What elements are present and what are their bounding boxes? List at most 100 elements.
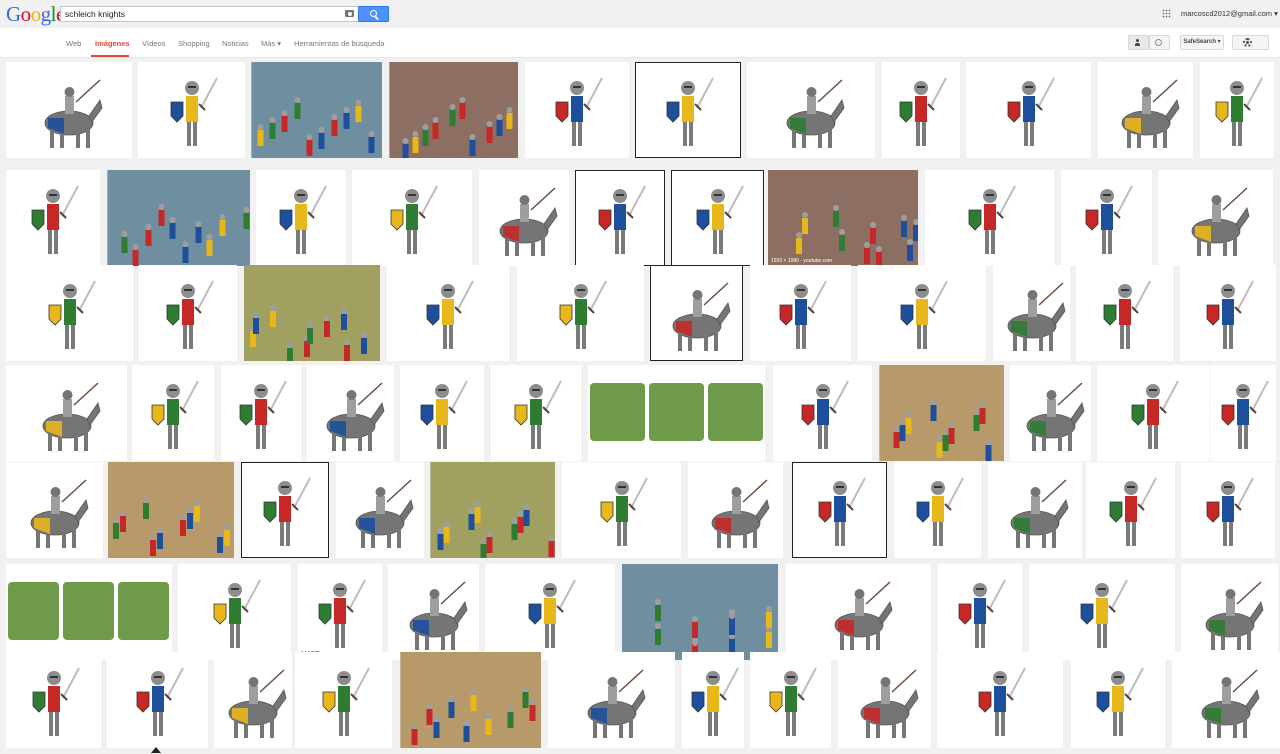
- search-tools-button[interactable]: Herramientas de búsqueda: [294, 39, 384, 48]
- tab-more[interactable]: Más ▾: [261, 39, 281, 48]
- image-result-thumbnail[interactable]: [879, 365, 1004, 461]
- image-result-thumbnail[interactable]: [336, 462, 424, 558]
- image-result-thumbnail[interactable]: [635, 62, 741, 158]
- image-result-thumbnail[interactable]: [650, 265, 743, 361]
- image-result-thumbnail[interactable]: [786, 564, 931, 660]
- image-result-thumbnail[interactable]: [1010, 365, 1091, 461]
- logo-letter: o: [20, 2, 32, 26]
- results-row: MJSToy.com: [0, 564, 1280, 660]
- search-input[interactable]: schleich knights: [60, 6, 358, 22]
- image-result-thumbnail[interactable]: [1097, 365, 1209, 461]
- image-result-thumbnail[interactable]: [6, 564, 172, 660]
- image-result-thumbnail[interactable]: [966, 62, 1091, 158]
- search-button[interactable]: [358, 6, 389, 22]
- image-result-thumbnail[interactable]: [139, 265, 237, 361]
- tab-videos[interactable]: Vídeos: [142, 39, 165, 48]
- image-result-thumbnail[interactable]: [244, 265, 380, 361]
- image-result-thumbnail[interactable]: [132, 365, 214, 461]
- image-result-thumbnail[interactable]: [747, 62, 875, 158]
- image-result-thumbnail[interactable]: [295, 652, 392, 748]
- image-result-thumbnail[interactable]: [858, 265, 986, 361]
- image-result-thumbnail[interactable]: [307, 365, 394, 461]
- image-result-thumbnail[interactable]: [388, 564, 479, 660]
- image-result-thumbnail[interactable]: [925, 170, 1054, 266]
- settings-button[interactable]: [1232, 35, 1269, 50]
- image-result-thumbnail[interactable]: [937, 652, 1063, 748]
- image-result-thumbnail[interactable]: [400, 365, 484, 461]
- image-result-thumbnail[interactable]: [6, 365, 127, 461]
- image-result-thumbnail[interactable]: [389, 62, 518, 158]
- image-result-thumbnail[interactable]: [241, 462, 329, 558]
- image-result-thumbnail[interactable]: MJSToy.com: [298, 564, 382, 660]
- image-result-thumbnail[interactable]: [1071, 652, 1165, 748]
- image-result-thumbnail[interactable]: [1158, 170, 1273, 266]
- image-result-thumbnail[interactable]: [107, 652, 208, 748]
- image-result-thumbnail[interactable]: [251, 62, 382, 158]
- image-result-thumbnail[interactable]: [1029, 564, 1175, 660]
- image-result-thumbnail[interactable]: [6, 62, 132, 158]
- apps-grid-icon[interactable]: [1162, 9, 1171, 18]
- google-logo[interactable]: Google: [6, 2, 65, 27]
- safesearch-button[interactable]: SafeSearch ▾: [1180, 35, 1224, 50]
- image-result-thumbnail[interactable]: [548, 652, 675, 748]
- image-result-thumbnail[interactable]: [352, 170, 472, 266]
- image-result-thumbnail[interactable]: [430, 462, 555, 558]
- image-result-thumbnail[interactable]: [6, 265, 133, 361]
- image-result-thumbnail[interactable]: [387, 265, 509, 361]
- image-result-thumbnail[interactable]: [221, 365, 301, 461]
- camera-icon[interactable]: [345, 10, 354, 17]
- hide-personal-results-button[interactable]: [1149, 35, 1170, 50]
- image-result-thumbnail[interactable]: [6, 462, 103, 558]
- search-query: schleich knights: [65, 9, 126, 19]
- tab-web[interactable]: Web: [66, 39, 81, 48]
- image-result-thumbnail[interactable]: [107, 170, 250, 266]
- image-result-thumbnail[interactable]: [773, 365, 872, 461]
- image-result-thumbnail[interactable]: [671, 170, 764, 266]
- image-result-thumbnail[interactable]: [1061, 170, 1152, 266]
- tab-images[interactable]: Imágenes: [95, 39, 130, 48]
- image-result-thumbnail[interactable]: [750, 652, 831, 748]
- image-result-thumbnail[interactable]: [938, 564, 1022, 660]
- image-result-thumbnail[interactable]: [988, 462, 1082, 558]
- image-result-thumbnail[interactable]: [1076, 265, 1173, 361]
- image-result-thumbnail[interactable]: [882, 62, 960, 158]
- image-result-thumbnail[interactable]: [1200, 62, 1274, 158]
- image-result-thumbnail[interactable]: [894, 462, 981, 558]
- tab-news[interactable]: Noticias: [222, 39, 249, 48]
- image-result-thumbnail[interactable]: [682, 652, 744, 748]
- image-result-thumbnail[interactable]: [517, 265, 644, 361]
- tab-shopping[interactable]: Shopping: [178, 39, 210, 48]
- image-result-thumbnail[interactable]: [1098, 62, 1193, 158]
- image-result-thumbnail[interactable]: [6, 652, 101, 748]
- image-result-thumbnail[interactable]: [792, 462, 887, 558]
- image-result-thumbnail[interactable]: [622, 564, 778, 660]
- image-result-thumbnail[interactable]: [1086, 462, 1175, 558]
- image-result-thumbnail[interactable]: [688, 462, 783, 558]
- personal-results-button[interactable]: [1128, 35, 1149, 50]
- image-result-thumbnail[interactable]: [525, 62, 629, 158]
- image-result-thumbnail[interactable]: 1920 × 1080 - youtube.com: [768, 170, 918, 266]
- image-result-thumbnail[interactable]: [6, 170, 100, 266]
- image-result-thumbnail[interactable]: [400, 652, 541, 748]
- image-result-thumbnail[interactable]: [993, 265, 1070, 361]
- image-result-thumbnail[interactable]: [588, 365, 765, 461]
- image-result-thumbnail[interactable]: [1210, 365, 1276, 461]
- image-result-thumbnail[interactable]: [562, 462, 681, 558]
- image-result-thumbnail[interactable]: [838, 652, 931, 748]
- image-result-thumbnail[interactable]: [750, 265, 851, 361]
- image-result-thumbnail[interactable]: [1180, 265, 1276, 361]
- image-result-thumbnail[interactable]: [575, 170, 665, 266]
- image-result-thumbnail[interactable]: [1181, 462, 1275, 558]
- image-result-thumbnail[interactable]: [178, 564, 291, 660]
- image-result-thumbnail[interactable]: [479, 170, 569, 266]
- results-row: [0, 652, 1280, 748]
- image-result-thumbnail[interactable]: [138, 62, 245, 158]
- image-result-thumbnail[interactable]: [108, 462, 234, 558]
- image-result-thumbnail[interactable]: [491, 365, 581, 461]
- image-result-thumbnail[interactable]: [214, 652, 292, 748]
- account-email[interactable]: marcoscd2012@gmail.com ▾: [1181, 9, 1278, 18]
- image-result-thumbnail[interactable]: [1172, 652, 1280, 748]
- image-result-thumbnail[interactable]: [485, 564, 615, 660]
- image-result-thumbnail[interactable]: [1181, 564, 1278, 660]
- image-result-thumbnail[interactable]: [256, 170, 346, 266]
